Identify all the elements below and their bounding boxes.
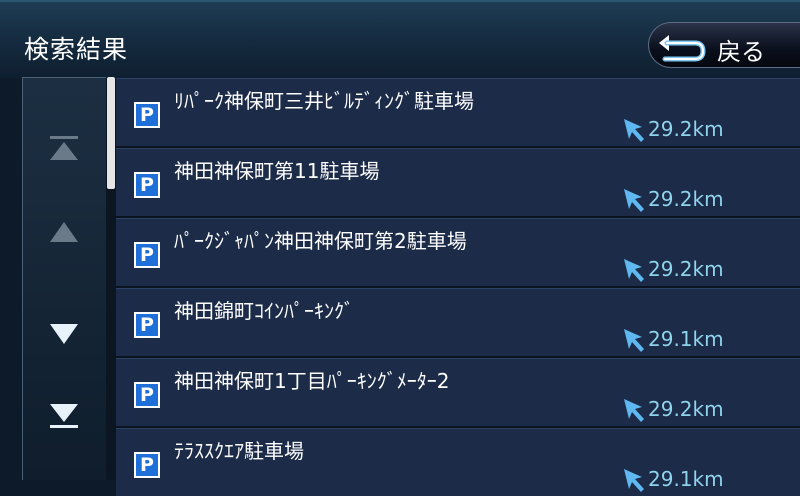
scroll-top-icon[interactable] xyxy=(48,134,80,166)
direction-arrow-icon xyxy=(624,329,644,352)
result-name: ﾊﾟｰｸｼﾞｬﾊﾟﾝ神田神保町第2駐車場 xyxy=(174,229,467,253)
return-arrow-icon xyxy=(659,35,706,62)
scroll-bottom-icon[interactable] xyxy=(48,400,80,432)
parking-icon: P xyxy=(134,452,160,478)
back-button[interactable]: 戻る xyxy=(648,22,800,68)
result-list: P ﾘﾊﾟｰｸ神保町三井ﾋﾞﾙﾃﾞｨﾝｸﾞ駐車場 29.2km P 神田神保町第… xyxy=(116,78,800,496)
result-name: ﾘﾊﾟｰｸ神保町三井ﾋﾞﾙﾃﾞｨﾝｸﾞ駐車場 xyxy=(174,89,474,113)
result-distance: 29.2km xyxy=(648,117,724,141)
direction-arrow-icon xyxy=(624,189,644,212)
list-item[interactable]: P 神田神保町第11駐車場 29.2km xyxy=(116,148,800,216)
result-distance: 29.2km xyxy=(648,397,724,421)
result-name: ﾃﾗｽｽｸｴｱ駐車場 xyxy=(174,439,304,463)
result-name: 神田神保町1丁目ﾊﾟｰｷﾝｸﾞﾒｰﾀｰ2 xyxy=(174,369,450,393)
direction-arrow-icon xyxy=(624,259,644,282)
list-item[interactable]: P 神田錦町ｺｲﾝﾊﾟｰｷﾝｸﾞ 29.1km xyxy=(116,288,800,356)
list-item[interactable]: P ﾃﾗｽｽｸｴｱ駐車場 29.1km xyxy=(116,428,800,496)
parking-icon: P xyxy=(134,102,160,128)
page-title: 検索結果 xyxy=(24,35,129,64)
list-item[interactable]: P ﾘﾊﾟｰｸ神保町三井ﾋﾞﾙﾃﾞｨﾝｸﾞ駐車場 29.2km xyxy=(116,78,800,146)
parking-icon: P xyxy=(134,242,160,268)
result-name: 神田神保町第11駐車場 xyxy=(174,159,380,183)
direction-arrow-icon xyxy=(624,399,644,422)
result-distance: 29.1km xyxy=(648,327,724,351)
parking-icon: P xyxy=(134,172,160,198)
list-item[interactable]: P 神田神保町1丁目ﾊﾟｰｷﾝｸﾞﾒｰﾀｰ2 29.2km xyxy=(116,358,800,426)
direction-arrow-icon xyxy=(624,469,644,492)
direction-arrow-icon xyxy=(624,119,644,142)
scrollbar-thumb[interactable] xyxy=(107,77,115,189)
scroll-down-icon[interactable] xyxy=(48,318,80,350)
scroll-up-icon[interactable] xyxy=(48,216,80,248)
result-distance: 29.1km xyxy=(648,467,724,491)
parking-icon: P xyxy=(134,312,160,338)
list-item[interactable]: P ﾊﾟｰｸｼﾞｬﾊﾟﾝ神田神保町第2駐車場 29.2km xyxy=(116,218,800,286)
result-distance: 29.2km xyxy=(648,257,724,281)
result-distance: 29.2km xyxy=(648,187,724,211)
result-name: 神田錦町ｺｲﾝﾊﾟｰｷﾝｸﾞ xyxy=(174,299,354,323)
header-bar: 検索結果 戻る xyxy=(0,0,800,78)
back-button-label: 戻る xyxy=(717,38,765,66)
parking-icon: P xyxy=(134,382,160,408)
